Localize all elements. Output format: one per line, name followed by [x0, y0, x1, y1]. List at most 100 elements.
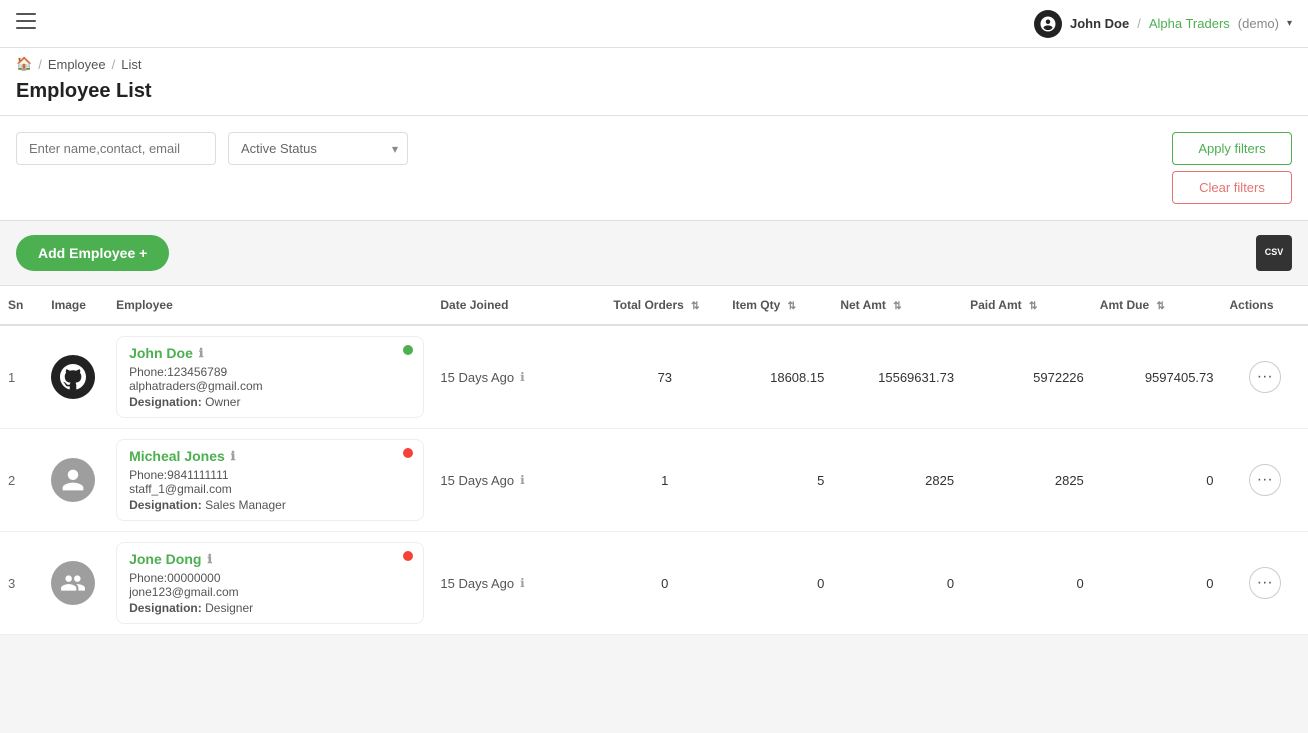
more-actions-button[interactable]: ··· — [1249, 567, 1281, 599]
filter-inputs: Active Status Active Inactive — [16, 132, 1160, 165]
sort-arrows-paid: ⇅ — [1029, 301, 1037, 312]
employee-info-card: John Doe ℹ Phone:123456789 alphatraders@… — [116, 336, 424, 418]
sort-arrows-orders: ⇅ — [691, 301, 699, 312]
col-header-image: Image — [43, 286, 108, 325]
col-header-total-orders[interactable]: Total Orders ⇅ — [605, 286, 724, 325]
date-info-icon[interactable]: ℹ — [520, 370, 525, 384]
status-select[interactable]: Active Status Active Inactive — [228, 132, 408, 165]
table-row: 3 Jone Dong ℹ Phone:00000000 jone123@gma… — [0, 532, 1308, 635]
employee-designation: Designation: Sales Manager — [129, 498, 411, 512]
row-paid-amt: 0 — [962, 532, 1092, 635]
employee-phone: Phone:123456789 — [129, 365, 411, 379]
row-net-amt: 2825 — [832, 429, 962, 532]
row-image — [43, 532, 108, 635]
date-text: 15 Days Ago — [440, 370, 514, 385]
row-date-joined: 15 Days Ago ℹ — [432, 532, 605, 635]
user-info: John Doe / Alpha Traders (demo) ▾ — [1034, 10, 1292, 38]
row-paid-amt: 2825 — [962, 429, 1092, 532]
row-item-qty: 0 — [724, 532, 832, 635]
more-actions-button[interactable]: ··· — [1249, 361, 1281, 393]
page-title: Employee List — [16, 80, 1292, 103]
filter-buttons: Apply filters Clear filters — [1172, 132, 1292, 204]
employee-designation: Designation: Designer — [129, 601, 411, 615]
date-text: 15 Days Ago — [440, 576, 514, 591]
user-name-label: John Doe — [1070, 16, 1129, 31]
sort-arrows-qty: ⇅ — [788, 301, 796, 312]
chevron-down-icon[interactable]: ▾ — [1287, 18, 1292, 29]
row-item-qty: 18608.15 — [724, 325, 832, 429]
col-header-amt-due[interactable]: Amt Due ⇅ — [1092, 286, 1222, 325]
date-info-icon[interactable]: ℹ — [520, 576, 525, 590]
status-dot — [403, 345, 413, 355]
table-row: 2 Micheal Jones ℹ Phone:9841111111 staff… — [0, 429, 1308, 532]
row-employee-card: Micheal Jones ℹ Phone:9841111111 staff_1… — [108, 429, 432, 532]
breadcrumb-separator-2: / — [112, 57, 116, 72]
breadcrumb-current: List — [121, 57, 141, 72]
row-employee-card: Jone Dong ℹ Phone:00000000 jone123@gmail… — [108, 532, 432, 635]
employee-table: Sn Image Employee Date Joined Total Orde… — [0, 286, 1308, 635]
row-item-qty: 5 — [724, 429, 832, 532]
row-image — [43, 325, 108, 429]
sort-arrows-due: ⇅ — [1156, 301, 1164, 312]
col-header-date-joined: Date Joined — [432, 286, 605, 325]
row-amt-due: 9597405.73 — [1092, 325, 1222, 429]
row-employee-card: John Doe ℹ Phone:123456789 alphatraders@… — [108, 325, 432, 429]
col-header-item-qty[interactable]: Item Qty ⇅ — [724, 286, 832, 325]
employee-name[interactable]: Micheal Jones ℹ — [129, 448, 411, 464]
company-name: Alpha Traders — [1149, 16, 1230, 31]
col-header-net-amt[interactable]: Net Amt ⇅ — [832, 286, 962, 325]
page-title-section: Employee List — [0, 76, 1308, 116]
more-actions-button[interactable]: ··· — [1249, 464, 1281, 496]
info-icon[interactable]: ℹ — [231, 449, 236, 463]
row-sn: 2 — [0, 429, 43, 532]
row-sn: 1 — [0, 325, 43, 429]
add-employee-button[interactable]: Add Employee + — [16, 235, 169, 271]
user-avatar — [1034, 10, 1062, 38]
breadcrumb-separator-1: / — [38, 57, 42, 72]
employee-email: jone123@gmail.com — [129, 585, 411, 599]
info-icon[interactable]: ℹ — [199, 346, 204, 360]
date-text: 15 Days Ago — [440, 473, 514, 488]
demo-badge: (demo) — [1238, 16, 1279, 31]
row-paid-amt: 5972226 — [962, 325, 1092, 429]
action-bar: Add Employee + CSV — [0, 221, 1308, 285]
search-input[interactable] — [16, 132, 216, 165]
sort-arrows-net: ⇅ — [893, 301, 901, 312]
row-date-joined: 15 Days Ago ℹ — [432, 325, 605, 429]
clear-filters-button[interactable]: Clear filters — [1172, 171, 1292, 204]
row-actions: ··· — [1222, 532, 1308, 635]
apply-filters-button[interactable]: Apply filters — [1172, 132, 1292, 165]
row-actions: ··· — [1222, 325, 1308, 429]
row-amt-due: 0 — [1092, 429, 1222, 532]
employee-phone: Phone:00000000 — [129, 571, 411, 585]
row-total-orders: 1 — [605, 429, 724, 532]
home-icon[interactable]: 🏠 — [16, 56, 32, 72]
row-sn: 3 — [0, 532, 43, 635]
employee-name[interactable]: John Doe ℹ — [129, 345, 411, 361]
avatar — [51, 355, 95, 399]
top-nav: John Doe / Alpha Traders (demo) ▾ — [0, 0, 1308, 48]
col-header-sn: Sn — [0, 286, 43, 325]
row-net-amt: 15569631.73 — [832, 325, 962, 429]
hamburger-menu[interactable] — [16, 13, 36, 34]
employee-table-container: Sn Image Employee Date Joined Total Orde… — [0, 285, 1308, 635]
row-amt-due: 0 — [1092, 532, 1222, 635]
col-header-actions: Actions — [1222, 286, 1308, 325]
employee-name[interactable]: Jone Dong ℹ — [129, 551, 411, 567]
breadcrumb-employee-link[interactable]: Employee — [48, 57, 106, 72]
date-info-icon[interactable]: ℹ — [520, 473, 525, 487]
info-icon[interactable]: ℹ — [207, 552, 212, 566]
row-total-orders: 73 — [605, 325, 724, 429]
filter-bar: Active Status Active Inactive Apply filt… — [0, 116, 1308, 221]
employee-email: alphatraders@gmail.com — [129, 379, 411, 393]
status-dot — [403, 448, 413, 458]
breadcrumb: 🏠 / Employee / List — [0, 48, 1308, 76]
csv-export-button[interactable]: CSV — [1256, 235, 1292, 271]
avatar — [51, 561, 95, 605]
col-header-paid-amt[interactable]: Paid Amt ⇅ — [962, 286, 1092, 325]
status-select-wrapper: Active Status Active Inactive — [228, 132, 408, 165]
row-total-orders: 0 — [605, 532, 724, 635]
row-actions: ··· — [1222, 429, 1308, 532]
table-row: 1 John Doe ℹ Phone:123456789 alphatrader… — [0, 325, 1308, 429]
row-image — [43, 429, 108, 532]
